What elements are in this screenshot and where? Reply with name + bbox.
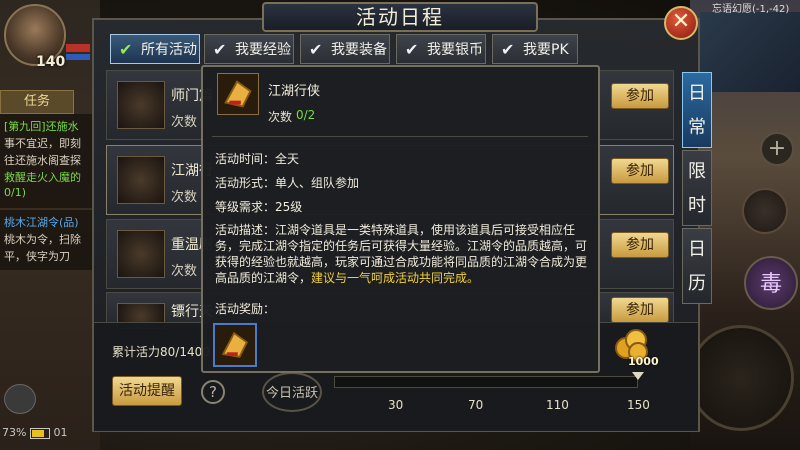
check-icon: ✔ [119,40,133,59]
side-tab-label: 限 时 [688,161,706,216]
horse-cart-icon [117,230,165,278]
add-skill-icon[interactable]: + [760,132,794,166]
reward-item-scroll-icon[interactable] [213,323,257,367]
attack-skill-button[interactable] [688,325,794,431]
today-activity-badge: 今日活跃 [262,372,322,412]
quest-line: 0/1) [4,186,26,199]
join-button[interactable]: 参加 [611,83,669,109]
window-title: 活动日程 [356,5,444,29]
battery-extra: 01 [53,426,68,439]
activity-count-label: 次数 [171,264,198,279]
tooltip-description-highlight: 建议与一气呵成活动共同完成。 [311,271,480,285]
tab-label: 我要装备 [331,42,387,58]
tooltip-count-label: 次数 [268,110,293,124]
activity-count-label: 次数 [171,115,198,130]
tick-label: 70 [468,398,484,412]
side-tab-label: 日 历 [688,239,706,294]
camera-icon[interactable] [4,384,36,414]
activity-count-label: 次数 [171,190,198,205]
tick-label: 30 [388,398,404,412]
mp-bar [66,54,90,60]
check-icon: ✔ [501,40,515,59]
tab-equipment[interactable]: ✔ 我要装备 [300,34,390,64]
vitality-progress-bar [334,376,638,388]
tick-label: 150 [627,398,650,412]
tooltip-divider [212,136,588,137]
scroll-icon [217,73,259,115]
join-button[interactable]: 参加 [611,297,669,323]
vitality-total: 累计活力80/1400 [112,345,210,359]
close-icon[interactable]: ✕ [664,6,698,40]
battery-status: 73% 01 [2,426,67,439]
quest-tab[interactable]: 任务 [0,90,74,114]
quest-line: 往还施水阁查探 [4,154,81,167]
tooltip-time: 活动时间：全天 [215,152,300,166]
tooltip-form: 活动形式：单人、组队参加 [215,176,360,190]
reward-count: 1000 [628,355,659,368]
tab-pk[interactable]: ✔ 我要PK [492,34,578,64]
tab-experience[interactable]: ✔ 我要经验 [204,34,294,64]
hp-bar [66,44,90,52]
scroll-icon [117,81,165,129]
tooltip-activity-name: 江湖行侠 [268,84,321,99]
tab-label: 我要PK [523,42,569,58]
help-icon[interactable]: ? [201,380,225,404]
minimap[interactable] [700,12,800,92]
quest-line: 事不宜迟，即刻 [4,137,81,150]
tab-label: 所有活动 [141,42,197,58]
check-icon: ✔ [405,40,419,59]
check-icon: ✔ [309,40,323,59]
tooltip-level: 等级需求：25级 [215,200,303,214]
quest-text: [第九回]还施水 事不宜迟，即刻 往还施水阁查探 救醒走火入魔的 0/1) [0,114,96,208]
quest-line: 平，侠字为刀 [4,250,70,263]
quest-text-2: 桃木江湖令(品) 桃木为令，扫除 平，侠字为刀 [0,210,96,270]
quest-line: 桃木江湖令(品) [4,216,79,229]
side-tab-label: 日 常 [688,83,706,138]
tooltip-reward-label: 活动奖励： [215,302,276,316]
tooltip-description: 活动描述：江湖令道具是一类特殊道具，使用该道具后可接受相应任务，完成江湖令指定的… [215,222,595,286]
join-button[interactable]: 参加 [611,158,669,184]
activity-reminder-button[interactable]: 活动提醒 [112,376,182,406]
tab-silver[interactable]: ✔ 我要银币 [396,34,486,64]
scroll-icon [117,156,165,204]
side-tab-limited[interactable]: 限 时 [682,150,712,226]
player-level: 140 [36,54,66,70]
check-icon: ✔ [213,40,227,59]
quest-line: [第九回]还施水 [4,120,79,133]
tick-label: 110 [546,398,569,412]
battery-percent: 73% [2,426,27,439]
activity-detail-tooltip [201,65,600,373]
tab-label: 我要经验 [235,42,291,58]
tab-all-activities[interactable]: ✔ 所有活动 [110,34,200,64]
sword-skill-icon[interactable] [742,188,788,234]
minimap-location: 忘语幻愿(-1,-42) [712,4,790,15]
quest-line: 救醒走火入魔的 [4,171,81,184]
quest-line: 桃木为令，扫除 [4,233,81,246]
progress-marker-icon [632,372,644,380]
side-tab-daily[interactable]: 日 常 [682,72,712,148]
tooltip-count-value: 0/2 [296,108,316,122]
tab-label: 我要银币 [427,42,483,58]
poison-skill-button[interactable]: 毒 [744,256,798,310]
side-tab-calendar[interactable]: 日 历 [682,228,712,304]
join-button[interactable]: 参加 [611,232,669,258]
